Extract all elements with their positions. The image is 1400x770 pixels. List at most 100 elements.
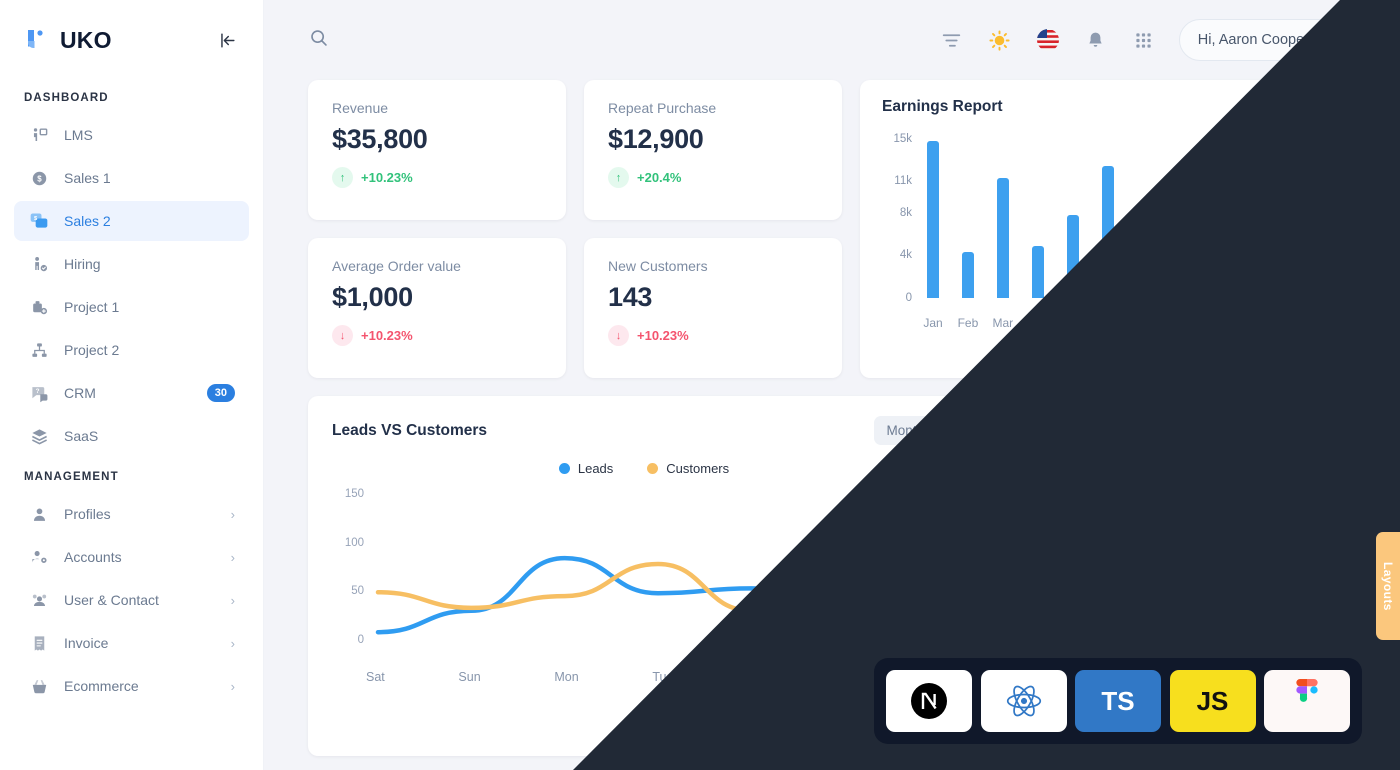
sidebar-item-sales-2[interactable]: $ Sales 2: [14, 201, 249, 241]
leads-period-select[interactable]: Month: [874, 416, 956, 445]
collapse-sidebar-icon[interactable]: [215, 28, 239, 52]
stat-card-revenue[interactable]: Revenue $35,800 ↑ +10.23%: [308, 80, 566, 220]
nextjs-logo[interactable]: [886, 670, 972, 732]
bar-column[interactable]: [1300, 130, 1334, 298]
x-tick-label: Sat: [366, 670, 385, 684]
earnings-plot-area: [916, 130, 1334, 298]
stat-delta: ↓ +10.23%: [332, 325, 542, 346]
bar-column[interactable]: [986, 130, 1020, 298]
sidebar-item-label: Hiring: [64, 256, 101, 272]
bar-column[interactable]: [1160, 130, 1194, 298]
search-icon[interactable]: [308, 27, 329, 53]
legend-swatch-leads: [558, 463, 570, 474]
sidebar-item-label: CRM: [64, 385, 96, 401]
bar[interactable]: [1206, 216, 1219, 298]
sidebar-item-sales-1[interactable]: $ Sales 1: [14, 158, 249, 198]
bar-column[interactable]: [1265, 130, 1299, 298]
bar[interactable]: [1310, 139, 1323, 298]
y-tick-label: 15k: [893, 132, 912, 145]
sidebar-item-project-1[interactable]: Project 1: [14, 287, 249, 327]
leads-x-axis: SatSunMonTueWedThuFri: [366, 670, 956, 684]
bar[interactable]: [1171, 178, 1184, 298]
layouts-tab-button[interactable]: Layouts: [1376, 532, 1400, 640]
bar[interactable]: [1031, 245, 1044, 298]
donut-center: Avg Range 140: [1062, 451, 1292, 681]
line-series-customers: [375, 523, 941, 614]
sidebar-item-project-2[interactable]: Project 2: [14, 330, 249, 370]
bar[interactable]: [1101, 166, 1114, 298]
hiring-person-icon: [28, 253, 50, 275]
react-logo[interactable]: [980, 670, 1067, 732]
chevron-right-icon: ›: [230, 549, 235, 565]
bar-column[interactable]: [951, 130, 985, 298]
bell-notification-icon[interactable]: [1083, 27, 1109, 53]
bar-column[interactable]: [1230, 130, 1264, 298]
earnings-header: Earnings Report Month: [882, 98, 1334, 116]
x-tick-label: Apr: [1028, 316, 1048, 330]
uko-logo-icon: [24, 27, 50, 53]
stat-delta-value: +10.23%: [637, 328, 689, 343]
sidebar: UKO DASHBOARD LMS $ Sales 1 $ Sales 2 Hi…: [0, 0, 264, 770]
bar-column[interactable]: [1125, 130, 1159, 298]
us-flag-icon[interactable]: [1035, 27, 1061, 53]
user-avatar[interactable]: [1319, 25, 1350, 56]
sidebar-item-ecommerce[interactable]: Ecommerce ›: [14, 666, 249, 706]
sidebar-item-lms[interactable]: LMS: [14, 115, 249, 155]
tech-logo-strip: TS JS: [874, 658, 1362, 744]
filter-lines-icon[interactable]: [939, 27, 965, 53]
lms-icon: [28, 124, 50, 146]
javascript-label: JS: [1196, 685, 1229, 716]
sidebar-item-saas[interactable]: SaaS: [14, 416, 249, 456]
sidebar-item-profiles[interactable]: Profiles ›: [14, 494, 249, 534]
earnings-period-select[interactable]: Month: [1272, 99, 1334, 115]
sidebar-item-accounts[interactable]: Accounts ›: [14, 537, 249, 577]
legend-label: Leads: [577, 461, 614, 476]
project-tree-icon: [28, 339, 50, 361]
arrow-up-icon: ↑: [332, 167, 353, 188]
typescript-logo[interactable]: TS: [1075, 670, 1161, 732]
javascript-logo[interactable]: JS: [1169, 670, 1256, 732]
sun-theme-icon[interactable]: [987, 27, 1013, 53]
sidebar-item-label: SaaS: [64, 428, 99, 444]
stat-card-average-order-value[interactable]: Average Order value $1,000 ↓ +10.23%: [308, 238, 566, 378]
leads-period-label: Month: [886, 423, 924, 438]
leads-header: Leads VS Customers Month: [332, 416, 956, 445]
bar[interactable]: [1276, 241, 1289, 298]
bar-column[interactable]: [1195, 130, 1229, 298]
layouts-tab-label: Layouts: [1381, 561, 1395, 611]
sidebar-item-user-contact[interactable]: User & Contact ›: [14, 580, 249, 620]
earnings-bar-chart: 0 4k 8k 11k 15k Jan Feb Mar Apr May Jun Jul Aug Sep O…: [882, 130, 1334, 331]
bar[interactable]: [961, 252, 974, 298]
figma-logo[interactable]: [1264, 670, 1350, 732]
leads-plot-svg: [375, 523, 941, 635]
legend-item-leads: Leads: [558, 461, 614, 476]
bar-column[interactable]: [916, 130, 950, 298]
sidebar-item-crm[interactable]: ? CRM 30: [14, 373, 249, 413]
brand-header: UKO: [0, 0, 263, 80]
chevron-down-icon: [1321, 99, 1334, 115]
bar[interactable]: [1066, 215, 1079, 298]
nav-section-dashboard: DASHBOARD: [24, 92, 109, 104]
stat-title: Revenue: [332, 100, 389, 116]
bar[interactable]: [927, 140, 939, 298]
sidebar-item-label: Project 1: [64, 299, 120, 315]
sidebar-item-invoice[interactable]: Invoice ›: [14, 623, 249, 663]
user-menu-button[interactable]: Hi, Aaron Cooper: [1178, 19, 1356, 61]
bar[interactable]: [1241, 190, 1254, 298]
x-tick-label: Thu: [846, 670, 868, 684]
project-status-donut: Avg Range 140: [1062, 451, 1292, 681]
bar-column[interactable]: [1091, 130, 1125, 298]
bar[interactable]: [996, 177, 1009, 298]
stat-card-new-customers[interactable]: New Customers 143 ↓ +10.23%: [584, 238, 842, 378]
stat-card-repeat-purchase[interactable]: Repeat Purchase $12,900 ↑ +20.4%: [584, 80, 842, 220]
arrow-up-icon: ↑: [608, 167, 629, 188]
bar-column[interactable]: [1021, 130, 1055, 298]
sidebar-item-hiring[interactable]: Hiring: [14, 244, 249, 284]
bar-column[interactable]: [1056, 130, 1090, 298]
nav-section-management: MANAGEMENT: [24, 471, 119, 483]
bar[interactable]: [1136, 266, 1149, 298]
grid-apps-icon[interactable]: [1131, 27, 1157, 53]
svg-text:?: ?: [35, 388, 39, 395]
brand-name: UKO: [60, 26, 112, 53]
dollar-coin-icon: $: [28, 167, 50, 189]
